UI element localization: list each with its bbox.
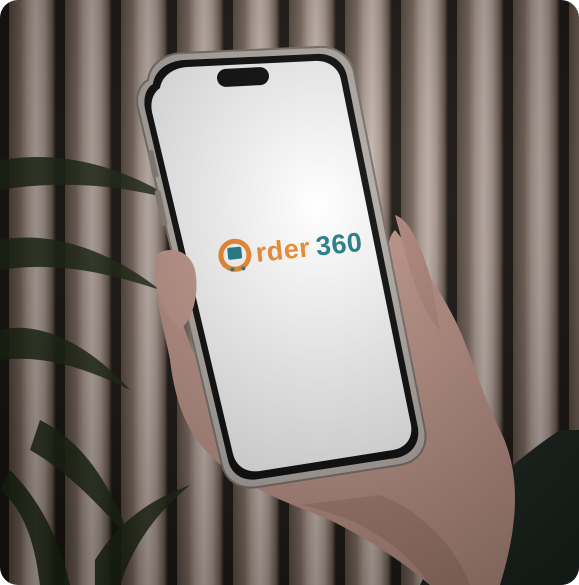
phone-in-hand-photo: rder 360	[0, 0, 579, 585]
logo-number: 360	[314, 226, 364, 262]
scene-illustration	[0, 45, 579, 585]
logo-word: rder	[254, 231, 312, 268]
dynamic-island	[217, 67, 269, 87]
cart-o-icon	[218, 238, 252, 272]
